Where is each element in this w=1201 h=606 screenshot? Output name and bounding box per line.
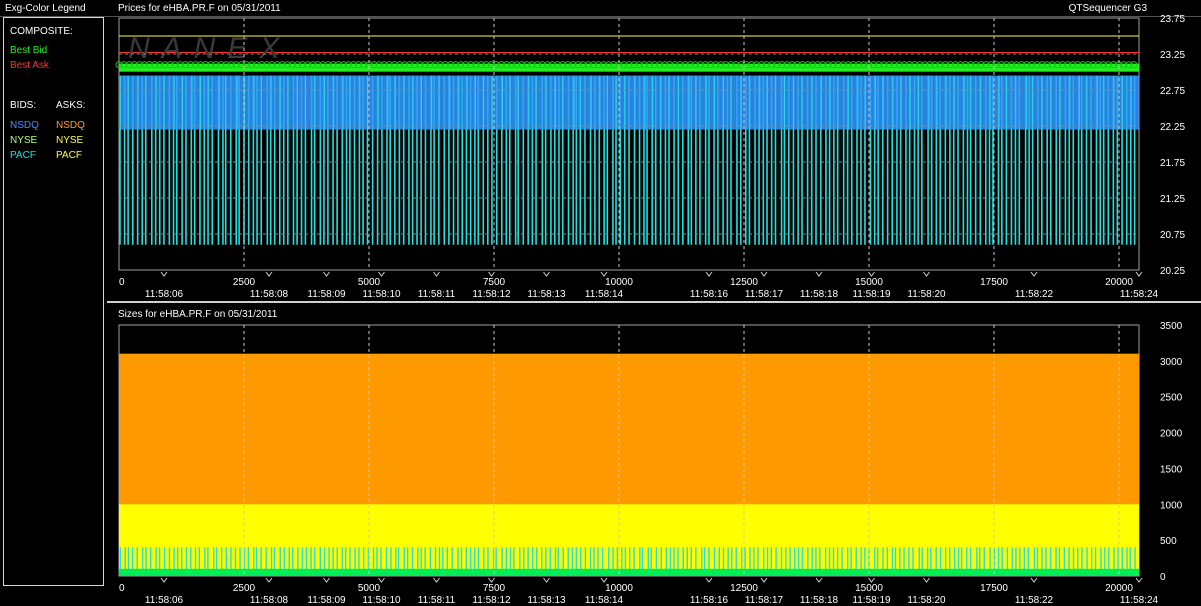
x-tick-label: 12500 xyxy=(730,583,758,594)
time-marker-icon xyxy=(815,577,823,583)
time-label: 11:58:08 xyxy=(250,595,289,606)
time-marker-icon xyxy=(705,577,713,583)
time-label: 11:58:12 xyxy=(472,595,511,606)
time-label: 11:58:18 xyxy=(800,595,839,606)
x-tick-label: 7500 xyxy=(483,583,506,594)
y-tick-label: 1500 xyxy=(1160,464,1183,475)
x-tick-label: 0 xyxy=(119,583,125,594)
time-label: 11:58:22 xyxy=(1015,595,1054,606)
time-label: 11:58:24 xyxy=(1120,595,1159,606)
time-marker-icon xyxy=(1135,577,1143,583)
y-tick-label: 3500 xyxy=(1160,321,1183,332)
time-marker-icon xyxy=(323,577,330,583)
time-label: 11:58:20 xyxy=(907,595,946,606)
x-tick-label: 5000 xyxy=(358,583,381,594)
y-tick-label: 3000 xyxy=(1160,357,1183,368)
time-label: 11:58:09 xyxy=(307,595,346,606)
time-marker-icon xyxy=(600,577,608,583)
time-label: 11:58:17 xyxy=(745,595,784,606)
time-marker-icon xyxy=(160,577,168,583)
best-bid-size-area xyxy=(119,568,1139,576)
time-label: 11:58:16 xyxy=(690,595,729,606)
sizes-chart: 0 2500 5000 7500 10000 12500 15000 17500 20000 0 5… xyxy=(118,321,1183,606)
x-tick-label: 17500 xyxy=(980,583,1008,594)
x-tick-label: 2500 xyxy=(233,583,256,594)
time-marker-icon xyxy=(1030,577,1038,583)
x-tick-label: 20000 xyxy=(1105,583,1133,594)
time-label: 11:58:13 xyxy=(527,595,566,606)
time-label: 11:58:10 xyxy=(362,595,401,606)
time-label: 11:58:19 xyxy=(852,595,891,606)
x-tick-label: 15000 xyxy=(855,583,883,594)
time-label: 11:58:06 xyxy=(145,595,184,606)
time-marker-icon xyxy=(265,577,273,583)
time-marker-icon xyxy=(378,577,385,583)
y-tick-label: 0 xyxy=(1160,572,1166,583)
time-marker-icon xyxy=(868,577,875,583)
time-marker-icon xyxy=(760,577,768,583)
time-marker-icon xyxy=(433,577,440,583)
y-tick-label: 500 xyxy=(1160,536,1177,547)
time-marker-icon xyxy=(923,577,930,583)
y-tick-label: 2000 xyxy=(1160,429,1183,440)
app-window: Exg-Color Legend Prices for eHBA.PR.F on… xyxy=(0,0,1201,606)
time-label: 11:58:11 xyxy=(418,595,456,606)
time-marker-icon xyxy=(488,577,495,583)
y-tick-label: 2500 xyxy=(1160,393,1183,404)
time-marker-icon xyxy=(543,577,550,583)
y-tick-label: 1000 xyxy=(1160,500,1183,511)
x-tick-label: 10000 xyxy=(605,583,633,594)
time-label: 11:58:14 xyxy=(585,595,624,606)
